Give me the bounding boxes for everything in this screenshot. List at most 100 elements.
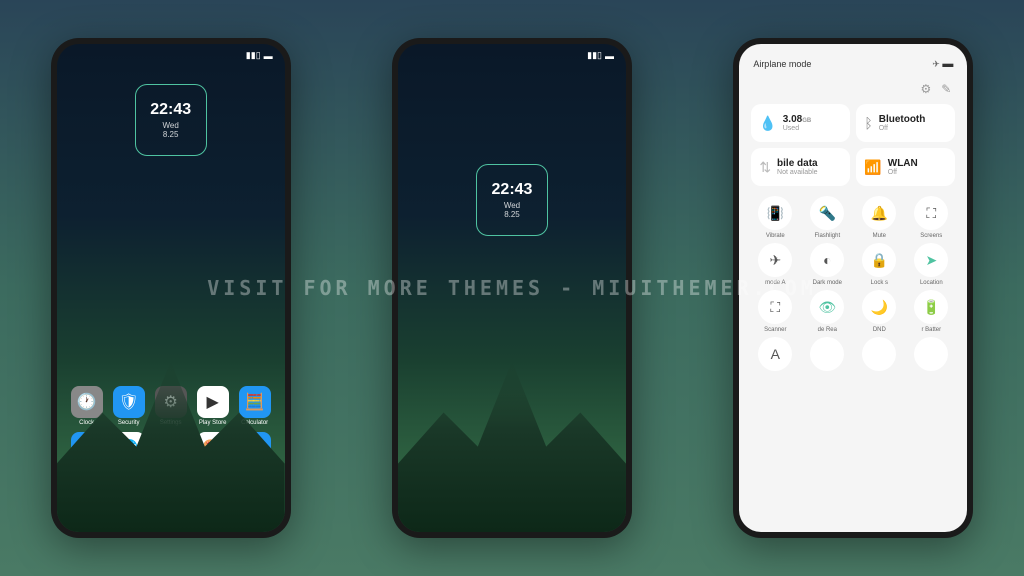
signal-icon: ▮▮▯ bbox=[587, 50, 602, 61]
airplane-icon: ✈ bbox=[932, 59, 940, 69]
app-icon: ⚙ bbox=[155, 386, 187, 418]
toggle-label: Location bbox=[920, 280, 943, 286]
app-clock[interactable]: 🕐 Clock bbox=[67, 386, 107, 426]
status-bar: ▮▮▯ ▬ bbox=[587, 50, 614, 61]
app-settings[interactable]: ⚙Settings bbox=[151, 386, 191, 426]
cc-large-tiles: 💧3.08GBUsed ᛒ Bluetooth Off ⇅ bile dataNot av… bbox=[739, 104, 967, 186]
dock-messages[interactable]: 💬 bbox=[112, 490, 146, 524]
app-label: Play Store bbox=[199, 420, 227, 426]
app-play-store[interactable]: ▶ Play Store bbox=[193, 386, 233, 426]
clock-time: 22:43 bbox=[492, 181, 533, 199]
toggle-icon bbox=[914, 337, 948, 371]
toggle-icon: 📳 bbox=[758, 196, 792, 230]
toggle-lock-s[interactable]: 🔒 Lock s bbox=[855, 243, 903, 286]
tile-wlan[interactable]: 📶 WLANOff bbox=[856, 148, 955, 186]
app-label: Chrome bbox=[118, 466, 139, 472]
tile-icon: ⇅ bbox=[759, 159, 771, 176]
dock: 📞💬🧭📁📷 bbox=[57, 490, 285, 524]
tile-icon: ᛒ bbox=[864, 115, 872, 131]
toggle-blank[interactable] bbox=[855, 337, 903, 374]
swipe-up-handle[interactable]: ⌃ bbox=[506, 503, 518, 520]
toggle-blank[interactable]: A bbox=[751, 337, 799, 374]
toggle-icon: ✈ bbox=[758, 243, 792, 277]
clock-day: Wed bbox=[163, 121, 179, 130]
app-icon: ▶ bbox=[197, 386, 229, 418]
toggle-icon bbox=[810, 337, 844, 371]
toggle-label: Scanner bbox=[764, 327, 786, 333]
toggle-label: Mute bbox=[873, 233, 886, 239]
toggle-blank[interactable] bbox=[907, 337, 955, 374]
airplane-mode-label: Airplane mode bbox=[753, 59, 811, 69]
clock-widget[interactable]: 22:43 Wed 8.25 bbox=[476, 164, 548, 236]
toggle-flashlight[interactable]: 🔦Flashlight bbox=[803, 196, 851, 239]
toggle-screens[interactable]: ⛶ Screens bbox=[907, 196, 955, 239]
app-icon: 🌐 bbox=[113, 432, 145, 464]
app-label: Clock bbox=[79, 420, 94, 426]
dock-camera[interactable]: 📷 bbox=[237, 490, 271, 524]
toggle-icon bbox=[862, 337, 896, 371]
tile-sub: Not available bbox=[777, 169, 818, 176]
app-icon: 25 bbox=[155, 432, 187, 464]
toggle-icon: 🔔 bbox=[862, 196, 896, 230]
app-icon: ∞ bbox=[71, 432, 103, 464]
tile-value: Bluetooth bbox=[879, 114, 926, 125]
toggle-label: Lock s bbox=[871, 280, 888, 286]
toggle-label: Screens bbox=[920, 233, 942, 239]
signal-icon: ▮▮▯ bbox=[246, 50, 261, 61]
toggle-blank[interactable] bbox=[803, 337, 851, 374]
toggle-vibrate[interactable]: 📳 Vibrate bbox=[751, 196, 799, 239]
edit-icon[interactable]: ✎ bbox=[941, 82, 951, 96]
app-icon: 🧮 bbox=[239, 386, 271, 418]
toggle-icon: ⛶ bbox=[914, 196, 948, 230]
app-label: Security bbox=[118, 420, 140, 426]
clock-date: 8.25 bbox=[163, 130, 179, 139]
app-icon: 🛡 bbox=[113, 386, 145, 418]
tile-value: 3.08GB bbox=[783, 114, 811, 125]
app-contacts[interactable]: 👤 Contacts bbox=[235, 432, 275, 472]
battery-icon: ▬ bbox=[605, 51, 614, 61]
app-icon: 👤 bbox=[239, 432, 271, 464]
toggle-label: r Batter bbox=[921, 327, 941, 333]
toggle-icon: A bbox=[758, 337, 792, 371]
tile-bile-data[interactable]: ⇅ bile dataNot available bbox=[751, 148, 850, 186]
app-calculator[interactable]: 🧮 Calculator bbox=[235, 386, 275, 426]
app-security[interactable]: 🛡 Security bbox=[109, 386, 149, 426]
toggle-location[interactable]: ➤Location bbox=[907, 243, 955, 286]
app-label: Contacts bbox=[243, 466, 267, 472]
app-shareme[interactable]: ∞ ShareMe bbox=[67, 432, 107, 472]
battery-icon: ▬ bbox=[264, 51, 273, 61]
toggle-label: de Rea bbox=[818, 327, 837, 333]
clock-date: 8.25 bbox=[504, 210, 520, 219]
app-label: Themes bbox=[202, 466, 224, 472]
app-themes[interactable]: 🎨 Themes bbox=[193, 432, 233, 472]
toggle-icon: 🔦 bbox=[810, 196, 844, 230]
app-icon: 🎨 bbox=[197, 432, 229, 464]
tile-value: WLAN bbox=[888, 158, 918, 169]
toggle-dnd[interactable]: 🌙DND bbox=[855, 290, 903, 333]
toggle-icon: 🔋 bbox=[914, 290, 948, 324]
app-chrome[interactable]: 🌐 Chrome bbox=[109, 432, 149, 472]
toggle-r-batter[interactable]: 🔋 r Batter bbox=[907, 290, 955, 333]
toggle-icon: ◐ bbox=[810, 243, 844, 277]
app-label: Calculator bbox=[241, 420, 268, 426]
dock-files[interactable]: 📁 bbox=[195, 490, 229, 524]
toggle-icon: 🔒 bbox=[862, 243, 896, 277]
tile--[interactable]: 💧3.08GBUsed bbox=[751, 104, 850, 142]
app-icon: 🕐 bbox=[71, 386, 103, 418]
app-calendar[interactable]: 25Calendar bbox=[151, 432, 191, 472]
toggle-mute[interactable]: 🔔 Mute bbox=[855, 196, 903, 239]
tile-icon: 📶 bbox=[864, 159, 881, 176]
toggle-label: DND bbox=[873, 327, 886, 333]
tile-value: bile data bbox=[777, 158, 818, 169]
settings-icon[interactable]: ⚙ bbox=[920, 82, 931, 96]
app-label: ShareMe bbox=[74, 466, 98, 472]
clock-widget[interactable]: 22:43 Wed 8.25 bbox=[135, 84, 207, 156]
tile-sub: Off bbox=[888, 169, 918, 176]
toggle-label: Vibrate bbox=[766, 233, 785, 239]
tile-bluetooth[interactable]: ᛒBluetoothOff bbox=[856, 104, 955, 142]
dock-phone[interactable]: 📞 bbox=[70, 490, 104, 524]
tile-sub: Used bbox=[783, 125, 811, 132]
toggle-label: Dark mode bbox=[813, 280, 842, 286]
dock-browser[interactable]: 🧭 bbox=[154, 490, 188, 524]
watermark-text: VISIT FOR MORE THEMES - MIUITHEMER.COM bbox=[207, 276, 817, 300]
